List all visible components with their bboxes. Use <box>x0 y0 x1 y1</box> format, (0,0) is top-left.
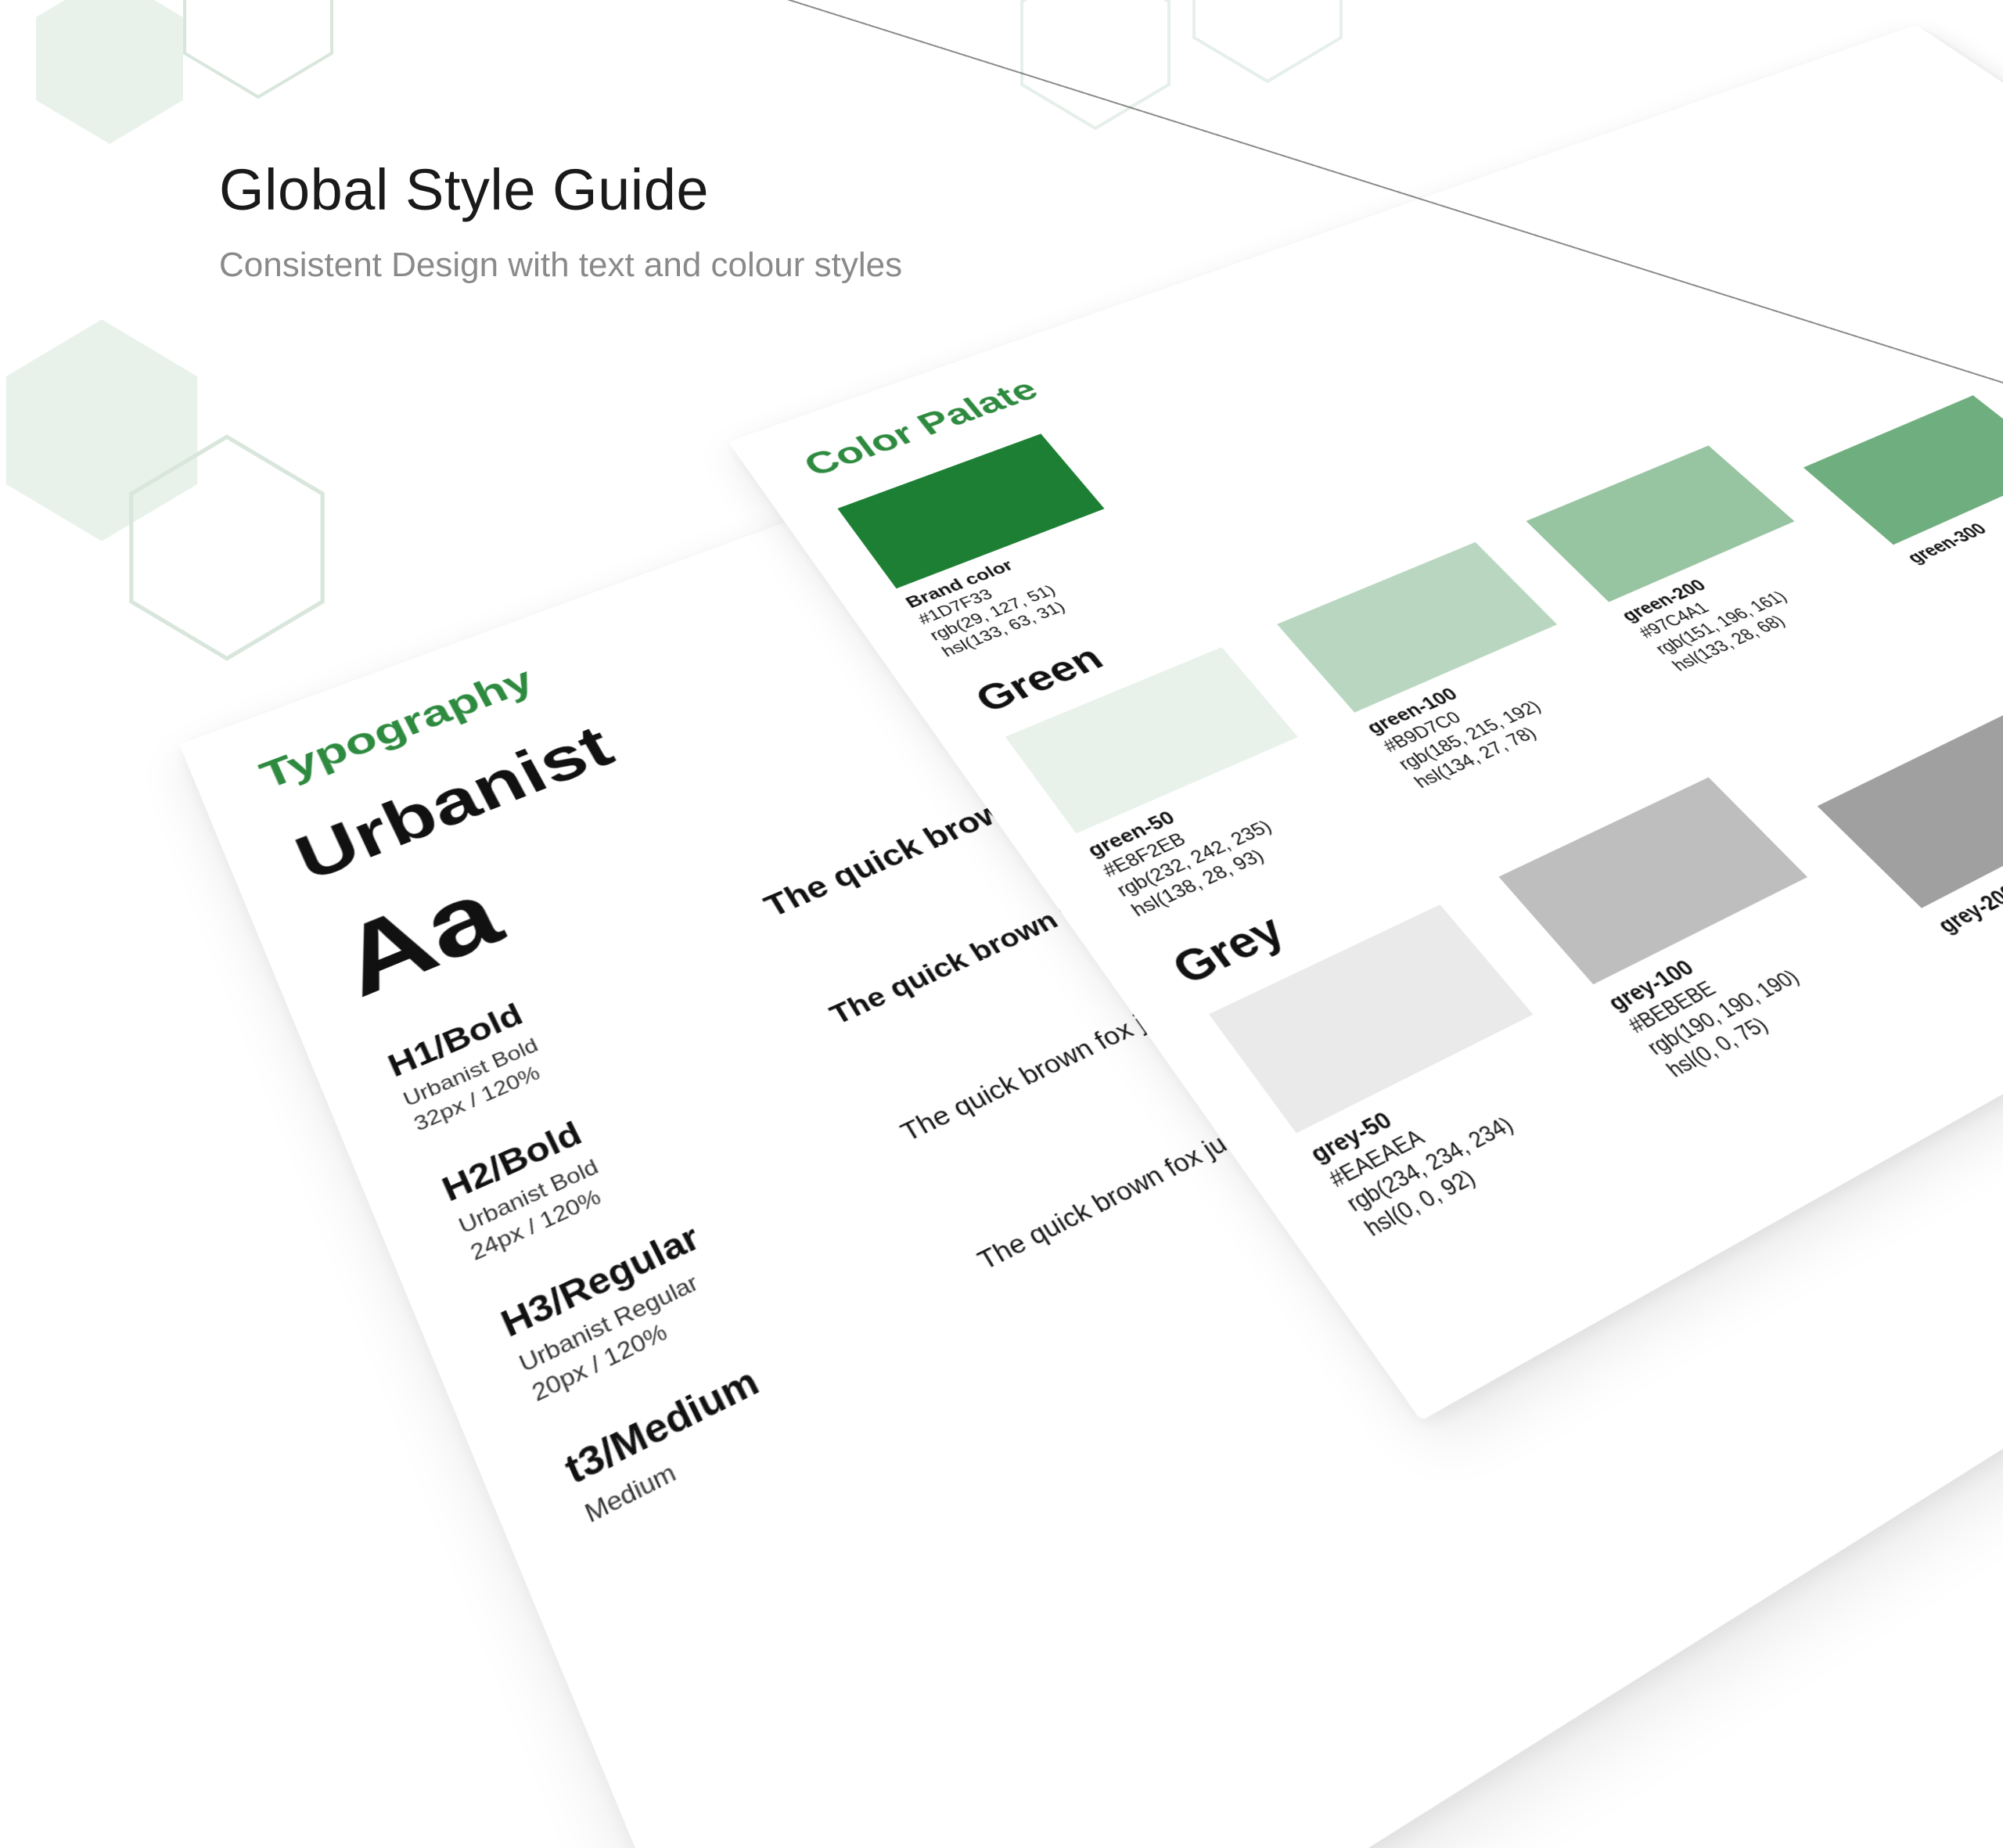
page-subtitle: Consistent Design with text and colour s… <box>219 242 902 288</box>
page-header: Global Style Guide Consistent Design wit… <box>219 156 902 288</box>
swatch-box <box>1818 712 2003 908</box>
page-title: Global Style Guide <box>219 156 902 223</box>
swatch-grey-200: grey-200 <box>1818 712 2003 940</box>
swatch-green-300: green-300 <box>1803 395 2003 568</box>
